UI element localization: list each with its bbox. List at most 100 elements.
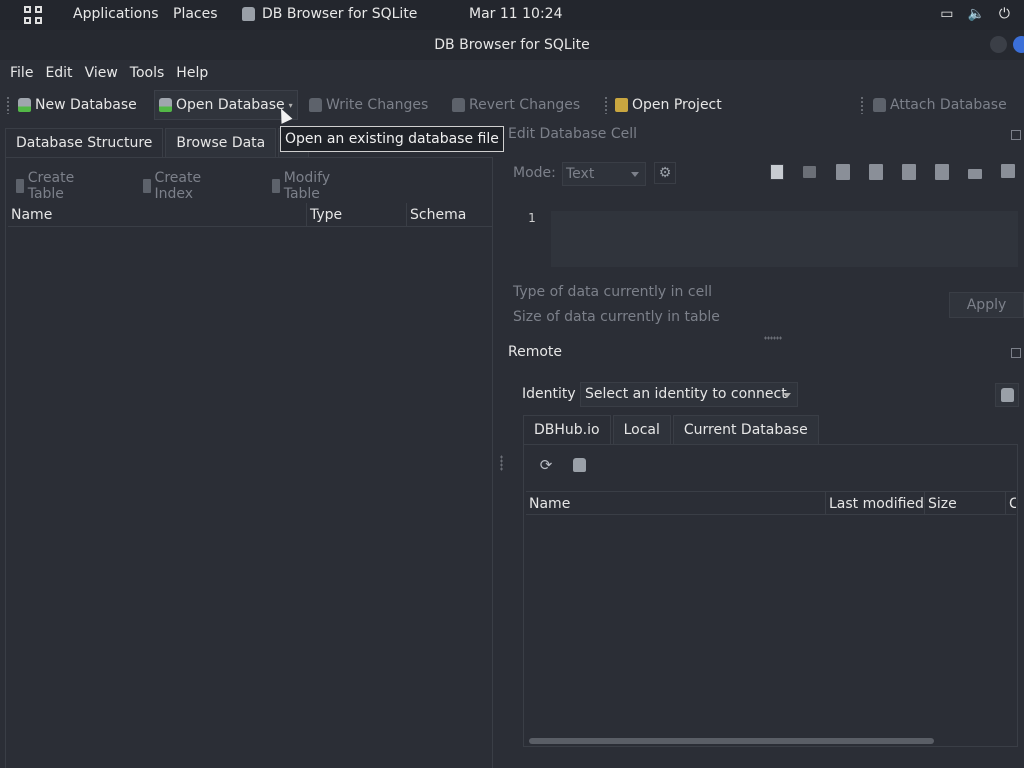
system-top-bar: Applications Places DB Browser for SQLit… xyxy=(0,0,1024,30)
word-wrap-icon[interactable] xyxy=(803,166,816,178)
menu-tools[interactable]: Tools xyxy=(130,65,165,81)
identity-select[interactable]: Select an identity to connect xyxy=(580,382,798,407)
open-project-label: Open Project xyxy=(632,97,722,113)
open-database-button[interactable]: Open Database ▾ xyxy=(154,90,298,120)
column-header-size[interactable]: Size xyxy=(924,492,1005,514)
edit-cell-dock-title: Edit Database Cell xyxy=(508,126,637,142)
attach-database-label: Attach Database xyxy=(890,97,1007,113)
attach-database-button[interactable]: Attach Database xyxy=(873,90,1007,120)
database-icon xyxy=(572,458,586,472)
cell-text-area[interactable] xyxy=(551,211,1018,267)
copy-icon[interactable] xyxy=(935,164,949,180)
toolbar-grip-icon[interactable] xyxy=(6,96,10,114)
current-app-indicator[interactable]: DB Browser for SQLite xyxy=(242,6,417,22)
menu-help[interactable]: Help xyxy=(176,65,208,81)
cell-editor: 1 xyxy=(513,207,1018,267)
schema-tree-header: Name Type Schema xyxy=(8,203,492,227)
new-database-button[interactable]: New Database xyxy=(18,90,137,120)
tab-local[interactable]: Local xyxy=(612,415,671,445)
table-icon xyxy=(16,179,24,193)
database-icon xyxy=(1000,388,1014,402)
clock[interactable]: Mar 11 10:24 xyxy=(469,6,562,22)
tab-database-structure[interactable]: Database Structure xyxy=(5,128,164,158)
main-tab-bar: Database Structure Browse Data E xyxy=(5,128,311,158)
tab-browse-data[interactable]: Browse Data xyxy=(165,128,277,158)
menu-bar: File Edit View Tools Help xyxy=(0,60,1024,86)
window-title-bar: DB Browser for SQLite xyxy=(0,30,1024,60)
mode-select[interactable]: Text xyxy=(562,162,646,186)
column-header-schema[interactable]: Schema xyxy=(406,203,492,227)
open-database-label: Open Database xyxy=(176,97,285,113)
screen-icon[interactable]: ▭ xyxy=(940,6,953,22)
set-null-icon[interactable] xyxy=(902,164,916,180)
revert-changes-button[interactable]: Revert Changes xyxy=(452,90,580,120)
dock-splitter-handle[interactable] xyxy=(764,336,782,340)
toolbar-grip-icon[interactable] xyxy=(860,96,864,114)
vertical-splitter-handle[interactable] xyxy=(500,455,503,471)
tab-current-database[interactable]: Current Database xyxy=(672,415,819,445)
modify-table-icon xyxy=(272,179,280,193)
create-index-button[interactable]: Create Index xyxy=(143,170,207,202)
dropdown-arrow-icon[interactable]: ▾ xyxy=(289,101,293,110)
minimize-button[interactable] xyxy=(990,36,1007,53)
places-menu[interactable]: Places xyxy=(173,6,218,22)
line-number: 1 xyxy=(528,211,536,225)
attach-database-icon xyxy=(873,98,886,112)
chevron-down-icon xyxy=(631,172,639,177)
import-icon[interactable] xyxy=(836,164,850,180)
horizontal-scrollbar[interactable] xyxy=(529,738,934,744)
mode-value: Text xyxy=(566,166,595,182)
system-tray: ▭ 🔈 ⏻ xyxy=(940,6,1010,22)
open-project-button[interactable]: Open Project xyxy=(615,90,722,120)
modify-table-button[interactable]: Modify Table xyxy=(272,170,335,202)
window-title: DB Browser for SQLite xyxy=(434,37,590,53)
refresh-icon[interactable]: ⟳ xyxy=(535,454,557,476)
create-table-label: Create Table xyxy=(27,170,75,202)
identity-settings-button[interactable] xyxy=(995,383,1019,407)
clone-database-icon[interactable] xyxy=(568,454,590,476)
close-button[interactable] xyxy=(1013,36,1024,53)
write-changes-label: Write Changes xyxy=(326,97,429,113)
gear-icon: ⚙ xyxy=(658,165,672,181)
print-icon[interactable] xyxy=(1001,164,1015,178)
cell-size-info: Size of data currently in table xyxy=(513,309,720,325)
schema-tree[interactable] xyxy=(8,227,492,768)
create-index-label: Create Index xyxy=(154,170,202,202)
column-header-commit[interactable]: C xyxy=(1005,492,1016,514)
volume-icon[interactable]: 🔈 xyxy=(967,6,984,22)
text-mode-icon[interactable] xyxy=(770,164,784,180)
export-icon[interactable] xyxy=(869,164,883,180)
paste-icon[interactable] xyxy=(968,169,982,179)
menu-edit[interactable]: Edit xyxy=(45,65,72,81)
mode-label: Mode: xyxy=(513,165,556,181)
identity-placeholder: Select an identity to connect xyxy=(585,386,787,402)
open-database-icon xyxy=(159,98,172,112)
column-header-type[interactable]: Type xyxy=(306,203,406,227)
tab-dbhub[interactable]: DBHub.io xyxy=(523,415,611,445)
new-database-label: New Database xyxy=(35,97,137,113)
toolbar-grip-icon[interactable] xyxy=(604,96,608,114)
dock-float-icon[interactable] xyxy=(1011,348,1021,358)
remote-dock-title: Remote xyxy=(508,344,563,360)
apps-grid-icon[interactable] xyxy=(24,6,42,24)
apply-button[interactable]: Apply xyxy=(949,292,1024,318)
auto-switch-gear-button[interactable]: ⚙ xyxy=(654,162,676,184)
dock-float-icon[interactable] xyxy=(1011,130,1021,140)
menu-file[interactable]: File xyxy=(10,65,33,81)
chevron-down-icon xyxy=(783,393,791,398)
column-header-last-modified[interactable]: Last modified xyxy=(825,492,924,514)
menu-view[interactable]: View xyxy=(85,65,118,81)
cell-type-info: Type of data currently in cell xyxy=(513,284,712,300)
open-database-tooltip: Open an existing database file xyxy=(280,126,504,152)
create-table-button[interactable]: Create Table xyxy=(16,170,80,202)
write-changes-button[interactable]: Write Changes xyxy=(309,90,428,120)
write-changes-icon xyxy=(309,98,322,112)
applications-menu[interactable]: Applications xyxy=(73,6,159,22)
new-database-icon xyxy=(18,98,31,112)
column-header-name[interactable]: Name xyxy=(8,203,306,227)
power-icon[interactable]: ⏻ xyxy=(999,6,1010,22)
column-header-name[interactable]: Name xyxy=(526,492,825,514)
remote-table-header: Name Last modified Size C xyxy=(526,491,1016,515)
remote-table[interactable] xyxy=(526,515,1016,735)
identity-label: Identity xyxy=(522,386,576,402)
